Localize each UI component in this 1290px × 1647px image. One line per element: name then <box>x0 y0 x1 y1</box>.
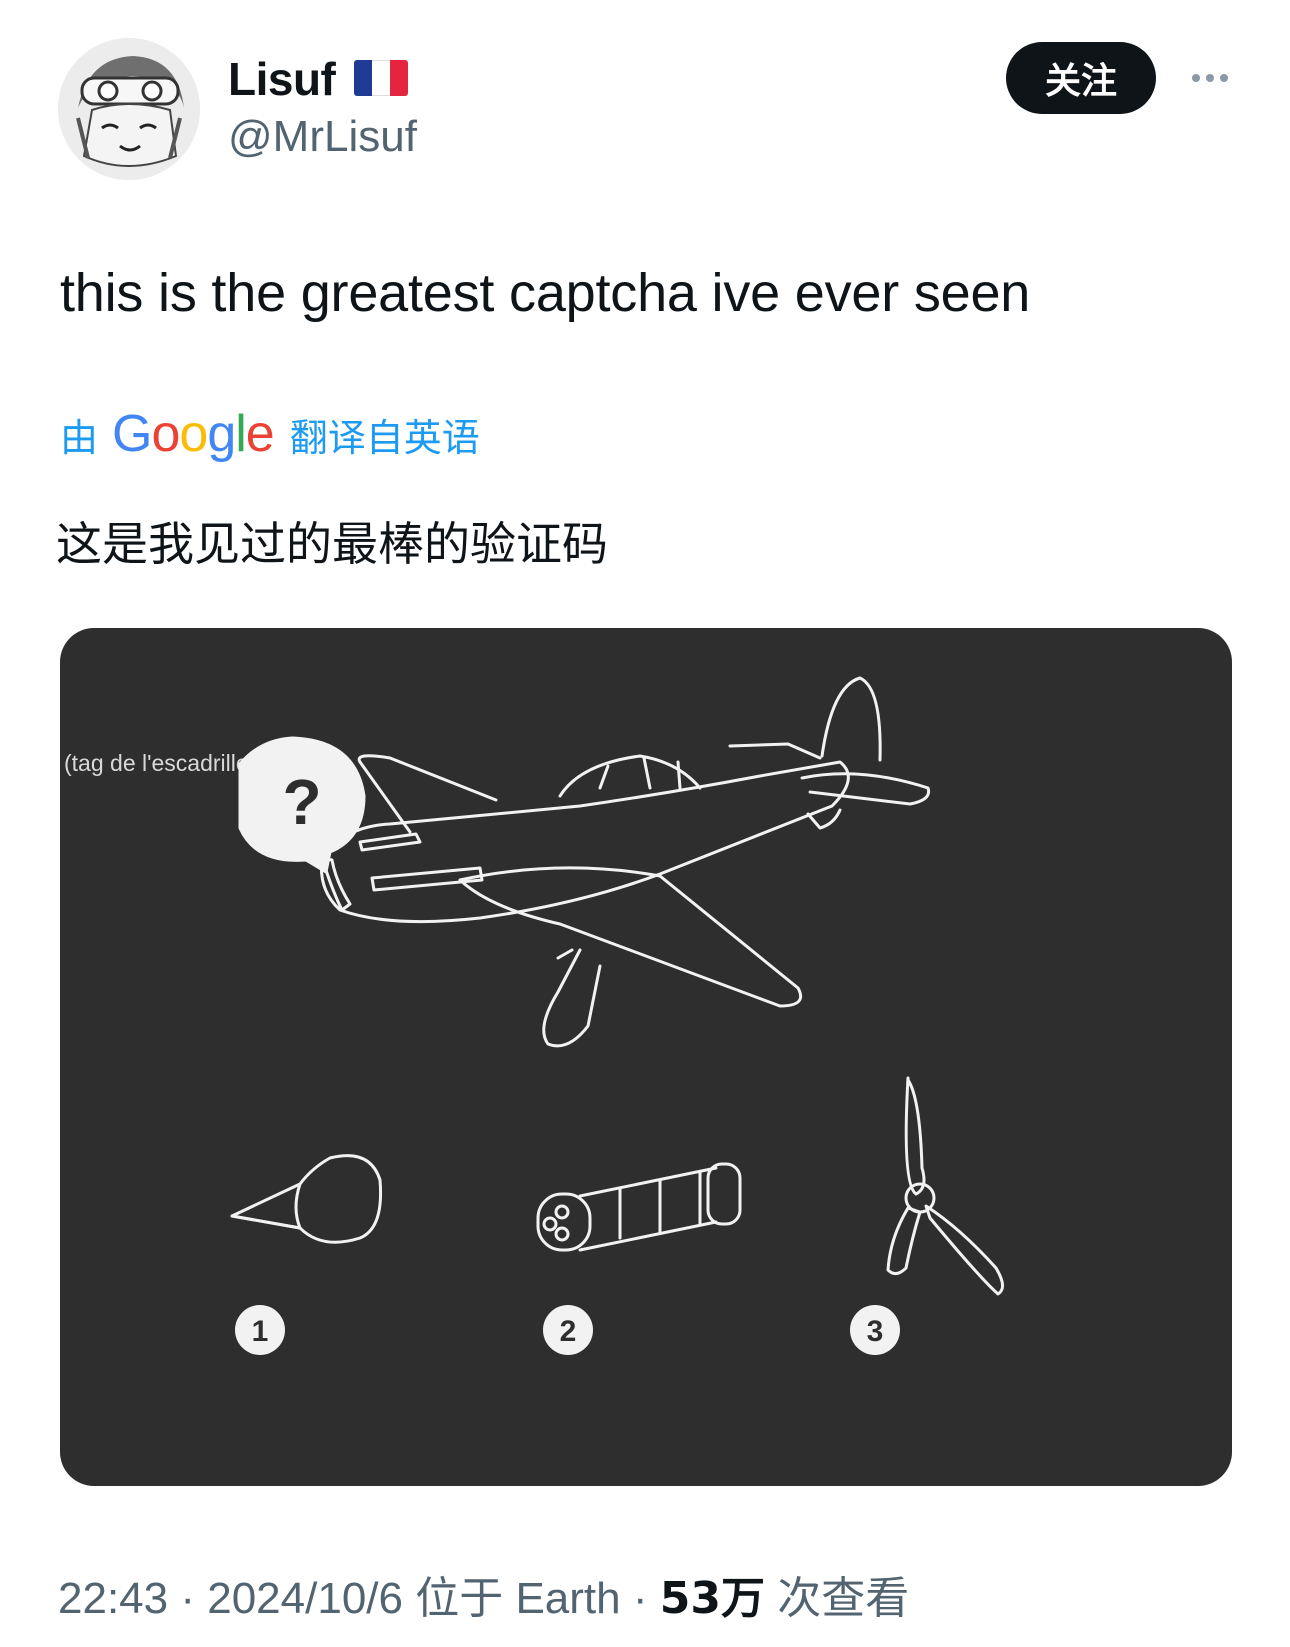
translate-prefix: 由 <box>60 415 99 460</box>
more-horizontal-icon <box>1192 74 1200 82</box>
meta-separator: · <box>632 1574 648 1623</box>
author-handle[interactable]: @MrLisuf <box>228 112 417 162</box>
translate-attribution[interactable]: 由 Google 翻译自英语 <box>60 404 480 464</box>
tweet-meta: 22:43 · 2024/10/6 位于 Earth · 53万 次查看 <box>58 1562 909 1626</box>
views-count[interactable]: 53万 <box>660 1573 765 1624</box>
translated-text: 这是我见过的最棒的验证码 <box>56 517 608 571</box>
option-3-number: 3 <box>867 1315 884 1348</box>
tweet-time[interactable]: 22:43 <box>58 1574 168 1623</box>
translate-suffix: 翻译自英语 <box>289 415 480 460</box>
propeller-icon <box>886 1076 1004 1296</box>
flag-red-stripe <box>390 60 408 96</box>
airplane-icon <box>319 676 931 1048</box>
captcha-illustration: 1 2 3 ? <box>230 676 1004 1355</box>
more-horizontal-icon-dot <box>1206 74 1214 82</box>
location-prefix: 位于 <box>415 1573 504 1624</box>
avatar[interactable] <box>58 38 200 180</box>
option-2-number: 2 <box>560 1315 577 1348</box>
tweet-date[interactable]: 2024/10/6 <box>207 1574 403 1623</box>
tweet-image[interactable]: (tag de l'escadrille inclus). 1 2 3 ? <box>60 628 1232 1486</box>
google-logo: Google <box>112 405 275 463</box>
option-1-number: 1 <box>252 1315 269 1348</box>
author-display-name[interactable]: Lisuf <box>228 52 336 106</box>
france-flag-icon <box>354 60 408 96</box>
avatar-image <box>58 38 200 180</box>
follow-button[interactable]: 关注 <box>1006 42 1156 114</box>
tweet-text: this is the greatest captcha ive ever se… <box>60 263 1031 323</box>
more-options-button[interactable] <box>1180 58 1240 98</box>
flag-white-stripe <box>372 60 390 96</box>
views-label: 次查看 <box>777 1573 910 1624</box>
question-mark: ? <box>282 766 321 838</box>
flag-blue-stripe <box>354 60 372 96</box>
engine-cowling-icon <box>230 1154 383 1244</box>
meta-separator: · <box>180 1574 195 1623</box>
gatling-gun-icon <box>536 1162 742 1252</box>
tweet-location: Earth <box>515 1574 621 1623</box>
more-horizontal-icon-dot <box>1220 74 1228 82</box>
